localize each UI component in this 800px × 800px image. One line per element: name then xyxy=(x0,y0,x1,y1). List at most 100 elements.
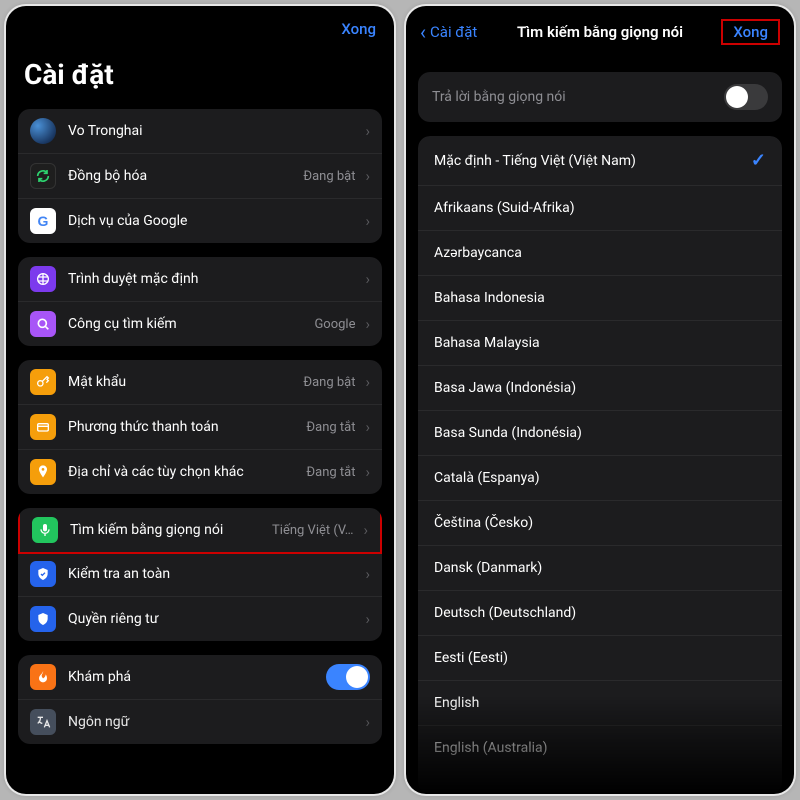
language-option[interactable]: Čeština (Česko) xyxy=(418,501,782,546)
chevron-right-icon: › xyxy=(365,122,370,140)
google-icon: G xyxy=(30,208,56,234)
passwords-label: Mật khẩu xyxy=(68,374,303,390)
chevron-right-icon: › xyxy=(365,713,370,731)
shield-icon xyxy=(30,561,56,587)
key-icon xyxy=(30,369,56,395)
autofill-group: Mật khẩu Đang bật › Phương thức thanh to… xyxy=(18,360,382,494)
topbar: ‹ Cài đặt Tìm kiếm bằng giọng nói Xong xyxy=(406,6,794,52)
sync-icon xyxy=(30,163,56,189)
pin-icon xyxy=(30,459,56,485)
language-option[interactable]: Mặc định - Tiếng Việt (Việt Nam)✓ xyxy=(418,136,782,186)
safety-check-row[interactable]: Kiểm tra an toàn › xyxy=(18,552,382,597)
account-row[interactable]: Vo Tronghai › xyxy=(18,109,382,154)
language-option[interactable]: Bahasa Malaysia xyxy=(418,321,782,366)
flame-icon xyxy=(30,664,56,690)
address-label: Địa chỉ và các tùy chọn khác xyxy=(68,464,306,480)
explore-row[interactable]: Khám phá xyxy=(18,655,382,700)
language-label: Ngôn ngữ xyxy=(68,714,361,730)
screen-title: Tìm kiếm bằng giọng nói xyxy=(517,23,683,41)
payment-row[interactable]: Phương thức thanh toán Đang tắt › xyxy=(18,405,382,450)
voice-search-row[interactable]: Tìm kiếm bằng giọng nói Tiếng Việt (V… › xyxy=(18,508,382,554)
voice-search-detail: Tiếng Việt (V… xyxy=(272,523,353,538)
chevron-right-icon: › xyxy=(365,212,370,230)
address-row[interactable]: Địa chỉ và các tùy chọn khác Đang tắt › xyxy=(18,450,382,494)
check-icon: ✓ xyxy=(751,150,766,171)
chevron-right-icon: › xyxy=(365,565,370,583)
language-option-label: Bahasa Malaysia xyxy=(434,335,766,351)
payment-detail: Đang tắt xyxy=(306,420,355,435)
language-option-label: Azərbaycanca xyxy=(434,245,766,261)
passwords-row[interactable]: Mật khẩu Đang bật › xyxy=(18,360,382,405)
language-option-label: English xyxy=(434,695,766,711)
chevron-right-icon: › xyxy=(365,463,370,481)
search-engine-label: Công cụ tìm kiếm xyxy=(68,316,314,332)
payment-label: Phương thức thanh toán xyxy=(68,419,306,435)
language-option[interactable]: Bahasa Indonesia xyxy=(418,276,782,321)
privacy-label: Quyền riêng tư xyxy=(68,611,361,627)
language-option-label: Bahasa Indonesia xyxy=(434,290,766,306)
explore-toggle[interactable] xyxy=(326,664,370,690)
chevron-left-icon: ‹ xyxy=(420,20,426,44)
done-button[interactable]: Xong xyxy=(341,20,376,38)
browser-icon xyxy=(30,266,56,292)
chevron-right-icon: › xyxy=(365,373,370,391)
sync-detail: Đang bật xyxy=(303,169,355,184)
language-option-label: Català (Espanya) xyxy=(434,470,766,486)
mic-icon xyxy=(32,517,58,543)
language-option[interactable]: English (Australia) xyxy=(418,726,782,770)
chevron-right-icon: › xyxy=(365,270,370,288)
chevron-right-icon: › xyxy=(365,167,370,185)
address-detail: Đang tắt xyxy=(306,465,355,480)
voice-reply-label: Trả lời bằng giọng nói xyxy=(432,89,566,105)
language-option[interactable]: Basa Jawa (Indonésia) xyxy=(418,366,782,411)
language-option[interactable]: English xyxy=(418,681,782,726)
card-icon xyxy=(30,414,56,440)
language-list: Mặc định - Tiếng Việt (Việt Nam)✓ Afrikaa… xyxy=(418,136,782,794)
language-option-label: Afrikaans (Suid-Afrika) xyxy=(434,200,766,216)
safety-check-label: Kiểm tra an toàn xyxy=(68,566,361,582)
voice-privacy-group: Tìm kiếm bằng giọng nói Tiếng Việt (V… ›… xyxy=(18,508,382,641)
language-option-label: Dansk (Danmark) xyxy=(434,560,766,576)
sync-row[interactable]: Đồng bộ hóa Đang bật › xyxy=(18,154,382,199)
done-button[interactable]: Xong xyxy=(721,19,780,45)
language-option-label: Basa Jawa (Indonésia) xyxy=(434,380,766,396)
language-option[interactable]: Dansk (Danmark) xyxy=(418,546,782,591)
explore-group: Khám phá Ngôn ngữ › xyxy=(18,655,382,744)
language-option-label: Mặc định - Tiếng Việt (Việt Nam) xyxy=(434,153,751,169)
language-option[interactable]: Català (Espanya) xyxy=(418,456,782,501)
language-option-label: Basa Sunda (Indonésia) xyxy=(434,425,766,441)
search-engine-detail: Google xyxy=(314,317,355,332)
page-title: Cài đặt xyxy=(6,46,394,109)
default-browser-row[interactable]: Trình duyệt mặc định › xyxy=(18,257,382,302)
voice-search-label: Tìm kiếm bằng giọng nói xyxy=(70,522,272,538)
language-option-label: Čeština (Česko) xyxy=(434,515,766,531)
back-button[interactable]: ‹ Cài đặt xyxy=(420,20,477,44)
voice-reply-toggle[interactable] xyxy=(724,84,768,110)
language-option[interactable]: Afrikaans (Suid-Afrika) xyxy=(418,186,782,231)
google-services-row[interactable]: G Dịch vụ của Google › xyxy=(18,199,382,243)
voice-reply-card: Trả lời bằng giọng nói xyxy=(418,72,782,122)
avatar xyxy=(30,118,56,144)
search-engine-row[interactable]: Công cụ tìm kiếm Google › xyxy=(18,302,382,346)
language-option-label: Eesti (Eesti) xyxy=(434,650,766,666)
search-icon xyxy=(30,311,56,337)
account-name: Vo Tronghai xyxy=(68,123,361,139)
chevron-right-icon: › xyxy=(365,610,370,628)
default-browser-label: Trình duyệt mặc định xyxy=(68,271,361,287)
language-option[interactable]: Deutsch (Deutschland) xyxy=(418,591,782,636)
language-option[interactable]: Eesti (Eesti) xyxy=(418,636,782,681)
privacy-row[interactable]: Quyền riêng tư › xyxy=(18,597,382,641)
browser-group: Trình duyệt mặc định › Công cụ tìm kiếm … xyxy=(18,257,382,346)
language-option[interactable]: Azərbaycanca xyxy=(418,231,782,276)
chevron-right-icon: › xyxy=(365,418,370,436)
sync-label: Đồng bộ hóa xyxy=(68,168,303,184)
passwords-detail: Đang bật xyxy=(303,375,355,390)
language-option[interactable]: Basa Sunda (Indonésia) xyxy=(418,411,782,456)
privacy-icon xyxy=(30,606,56,632)
voice-search-screen: ‹ Cài đặt Tìm kiếm bằng giọng nói Xong T… xyxy=(406,6,794,794)
language-row[interactable]: Ngôn ngữ › xyxy=(18,700,382,744)
chevron-right-icon: › xyxy=(363,521,368,539)
explore-label: Khám phá xyxy=(68,669,326,685)
settings-screen: Xong Cài đặt Vo Tronghai › Đồng bộ hóa Đ… xyxy=(6,6,394,794)
chevron-right-icon: › xyxy=(365,315,370,333)
